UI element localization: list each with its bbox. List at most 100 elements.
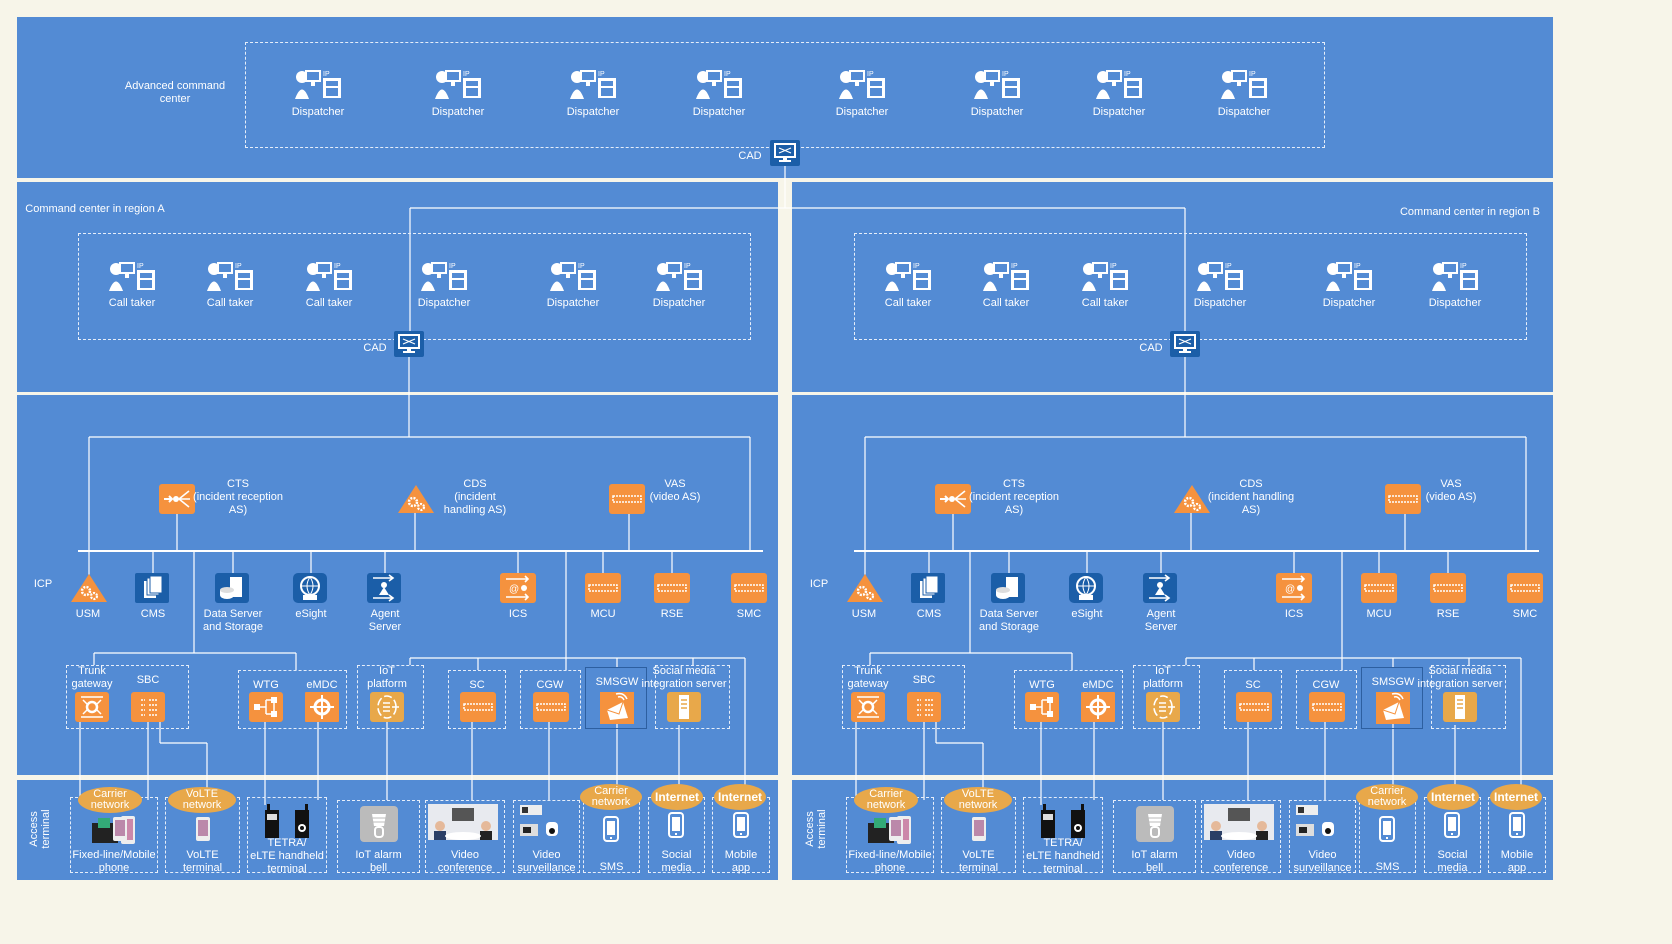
svg-text:@: @ [509, 584, 519, 595]
network-cloud: Carrier network [580, 784, 642, 810]
component-label: SC [469, 679, 485, 691]
icp-component-label: ICS [508, 608, 528, 620]
dispatcher-label: Dispatcher [417, 297, 471, 309]
server-label: VAS (video AS) [1425, 478, 1477, 503]
dispatcher-icon: IP [1219, 68, 1269, 105]
social-server-icon [667, 692, 701, 727]
component-label: IoT platform [1143, 665, 1183, 690]
server-rack-icon [533, 692, 569, 727]
terminal-label: TETRA/ eLTE handheld terminal [250, 837, 324, 875]
terminal-label: Fixed-line/Mobile phone [72, 849, 156, 874]
svg-text:IP: IP [684, 263, 691, 270]
component-label: Social media integration server [1417, 665, 1503, 690]
smartphone-icon [113, 817, 127, 846]
call-taker-label: Call taker [884, 297, 932, 309]
svg-text:IP: IP [449, 263, 456, 270]
terminal-label: Video surveillance [1293, 849, 1352, 874]
terminal-label: SMS [1375, 861, 1400, 873]
component-label: Trunk gateway [71, 665, 113, 690]
terminal-label: TETRA/ eLTE handheld terminal [1026, 837, 1100, 875]
network-cloud: Internet [714, 784, 766, 810]
database-icon [991, 573, 1025, 608]
network-cloud: VoLTE network [168, 787, 236, 813]
server-label: CDS (incident handling AS) [443, 478, 507, 516]
svg-text:IP: IP [1124, 71, 1131, 78]
call-taker-label: Call taker [1081, 297, 1129, 309]
component-label: CGW [1312, 679, 1340, 691]
call-taker-label: Call taker [982, 297, 1030, 309]
server-rack-icon [1361, 573, 1397, 608]
icp-component-label: Agent Server [1144, 608, 1178, 633]
icp-label: ICP [33, 578, 53, 590]
dispatcher-group-box [245, 42, 1325, 148]
mobile-phone-icon [1379, 816, 1395, 847]
iot-icon [370, 692, 404, 727]
dispatcher-label: Dispatcher [1322, 297, 1376, 309]
gears-triangle-icon [70, 573, 108, 608]
component-label: WTG [253, 679, 279, 691]
svg-text:IP: IP [1225, 263, 1232, 270]
cad-label: CAD [363, 342, 387, 354]
dispatcher-icon: IP [972, 68, 1022, 105]
crosshair-icon [305, 692, 339, 727]
mobile-phone-icon [1444, 812, 1460, 843]
dispatcher-label: Dispatcher [566, 106, 620, 118]
dispatcher-label: Dispatcher [291, 106, 345, 118]
server-label: VAS (video AS) [649, 478, 701, 503]
network-cloud: Internet [1490, 784, 1542, 810]
terminal-label: VoLTE terminal [182, 849, 223, 874]
icp-component-label: Agent Server [368, 608, 402, 633]
smartphone-icon [196, 817, 210, 846]
network-cloud: Carrier network [854, 787, 918, 813]
component-label: Trunk gateway [847, 665, 889, 690]
region-label: Command center in region B [1399, 206, 1540, 218]
server-rack-icon [654, 573, 690, 608]
dispatcher-icon: IP [304, 260, 354, 297]
advanced-command-center-label: Advanced command center [124, 80, 226, 105]
server-rack-icon [1236, 692, 1272, 727]
email-arrows-icon: @ [1276, 573, 1312, 608]
icp-component-label: Data Server and Storage [203, 608, 263, 633]
icp-component-label: CMS [140, 608, 166, 620]
video-conference-icon [428, 804, 498, 845]
svg-text:IP: IP [463, 71, 470, 78]
email-arrows-icon: @ [500, 573, 536, 608]
server-rack-icon [460, 692, 496, 727]
dispatcher-label: Dispatcher [1193, 297, 1247, 309]
dispatcher-label: Dispatcher [970, 106, 1024, 118]
dispatcher-icon: IP [1094, 68, 1144, 105]
access-terminal-label: Access terminal [28, 809, 52, 849]
dispatcher-icon: IP [548, 260, 598, 297]
terminal-label: Video conference [1213, 849, 1269, 874]
dispatcher-icon: IP [694, 68, 744, 105]
mobile-phone-icon [603, 816, 619, 847]
network-cloud: Internet [1427, 784, 1479, 810]
camera-icon [518, 804, 562, 843]
alarm-bell-icon [1136, 806, 1174, 847]
terminal-label: Mobile app [724, 849, 758, 874]
documents-icon [135, 573, 169, 608]
component-label: SMSGW [595, 676, 639, 688]
region-label: Command center in region A [25, 203, 165, 215]
dispatcher-icon: IP [419, 260, 469, 297]
dispatcher-icon: IP [1080, 260, 1130, 297]
flowchart-icon [249, 692, 283, 727]
component-label: CGW [536, 679, 564, 691]
svg-text:IP: IP [235, 263, 242, 270]
flowchart-icon [1025, 692, 1059, 727]
svg-text:IP: IP [1354, 263, 1361, 270]
crosshair-icon [1081, 692, 1115, 727]
dispatcher-icon: IP [433, 68, 483, 105]
region-seat-group-box [854, 233, 1527, 340]
svg-text:IP: IP [1011, 263, 1018, 270]
iot-icon [1146, 692, 1180, 727]
component-label: eMDC [1082, 679, 1114, 691]
database-icon [215, 573, 249, 608]
alarm-bell-icon [360, 806, 398, 847]
gateway-icon [851, 692, 885, 727]
component-label: eMDC [306, 679, 338, 691]
server-rack-icon [731, 573, 767, 608]
component-label: SBC [912, 674, 936, 686]
dispatcher-icon: IP [981, 260, 1031, 297]
dispatcher-label: Dispatcher [652, 297, 706, 309]
